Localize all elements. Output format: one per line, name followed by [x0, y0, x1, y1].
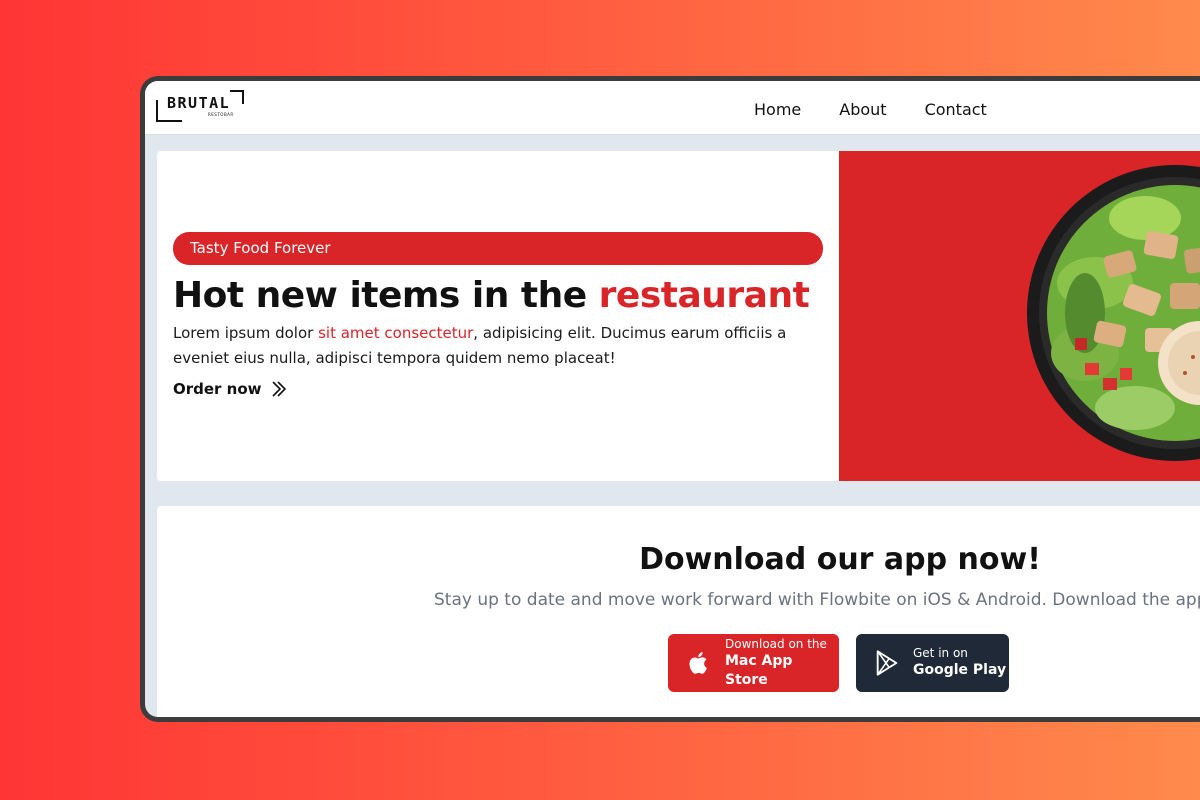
download-section: Download our app now! Stay up to date an… — [157, 506, 1200, 717]
google-play-small-label: Get in on — [913, 646, 968, 660]
download-title: Download our app now! — [639, 542, 1041, 577]
download-subtitle: Stay up to date and move work forward wi… — [434, 590, 1200, 610]
nav-item-about[interactable]: About — [839, 100, 886, 119]
mac-app-store-small-label: Download on the — [725, 636, 827, 651]
google-play-text: Get in on Google Play — [913, 646, 1006, 680]
hero-title-accent: restaurant — [598, 275, 810, 316]
salad-bowl-image — [1027, 165, 1200, 461]
nav-item-home[interactable]: Home — [754, 100, 801, 119]
device-frame: BRUTAL RESTOBAR Home About Contact Tasty… — [140, 76, 1200, 722]
hero-title: Hot new items in the restaurant — [173, 275, 810, 316]
nav-menu: Home About Contact — [754, 100, 1025, 119]
mac-app-store-text: Download on the Mac App Store — [725, 637, 839, 690]
hero-desc-before: Lorem ipsum dolor — [173, 324, 319, 342]
google-play-button[interactable]: Get in on Google Play — [856, 634, 1009, 692]
logo-subtext: RESTOBAR — [208, 112, 234, 117]
double-chevron-right-icon — [271, 381, 286, 397]
google-play-label: Google Play — [913, 662, 1007, 678]
nav-item-contact[interactable]: Contact — [925, 100, 987, 119]
hero-desc-link[interactable]: sit amet consectetur — [318, 324, 473, 342]
hero-description: Lorem ipsum dolor sit amet consectetur, … — [173, 321, 833, 371]
order-now-label: Order now — [173, 380, 262, 398]
tagline-badge: Tasty Food Forever — [173, 232, 823, 265]
hero-title-main: Hot new items in the — [173, 275, 599, 316]
mac-app-store-button[interactable]: Download on the Mac App Store — [668, 634, 839, 692]
brand-logo[interactable]: BRUTAL RESTOBAR — [156, 88, 246, 126]
navbar: BRUTAL RESTOBAR Home About Contact — [145, 81, 1200, 135]
logo-bracket-right — [230, 90, 244, 104]
mac-app-store-label: Mac App Store — [725, 652, 793, 688]
google-play-icon — [876, 650, 898, 676]
apple-icon — [689, 652, 707, 674]
hero-image-panel — [839, 151, 1200, 481]
logo-text: BRUTAL — [167, 94, 231, 112]
order-now-link[interactable]: Order now — [173, 380, 288, 398]
hero-section: Tasty Food Forever Hot new items in the … — [157, 151, 1200, 481]
browser-viewport: BRUTAL RESTOBAR Home About Contact Tasty… — [145, 81, 1200, 717]
